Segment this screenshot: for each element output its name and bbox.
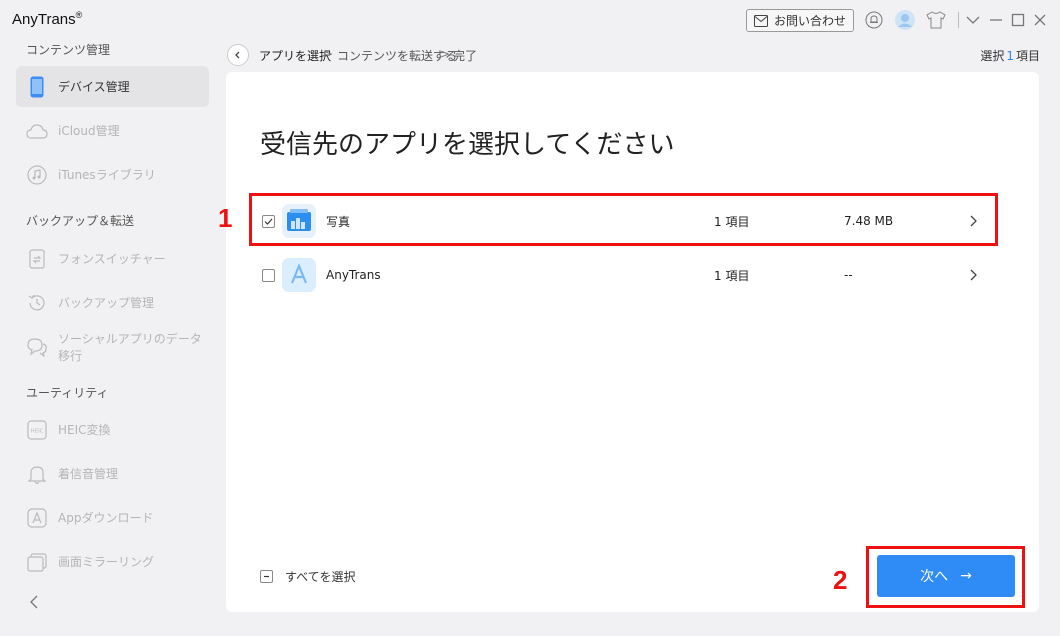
sidebar-item-label: iTunesライブラリ — [58, 168, 156, 182]
anytrans-app-icon — [282, 258, 316, 292]
app-size: -- — [844, 268, 853, 282]
title-bar: AnyTrans® お問い合わせ — [0, 0, 1060, 40]
sidebar-item-label: フォンスイッチャー — [58, 252, 166, 266]
select-all-label: すべてを選択 — [285, 570, 356, 584]
sidebar-item-ringtone[interactable]: 着信音管理 — [16, 453, 209, 494]
history-icon — [26, 292, 48, 314]
section-title-utility: ユーティリティ — [26, 386, 109, 400]
contact-label: お問い合わせ — [773, 14, 846, 28]
sidebar-item-label: Appダウンロード — [58, 511, 154, 525]
breadcrumb-separator: > — [323, 47, 334, 61]
phone-icon — [26, 76, 48, 98]
sidebar-item-screen-mirroring[interactable]: 画面ミラーリング — [16, 541, 209, 582]
main-panel: 受信先のアプリを選択してください 写真 1 項目 7.48 MB AnyTran… — [226, 72, 1039, 612]
chevron-left-icon — [235, 51, 240, 59]
sidebar-item-label: デバイス管理 — [58, 80, 130, 94]
page-title: 受信先のアプリを選択してください — [260, 130, 675, 160]
close-icon[interactable] — [1029, 9, 1051, 31]
section-title-backup: バックアップ＆転送 — [26, 214, 135, 228]
svg-text:HEIC: HEIC — [30, 428, 43, 434]
sidebar-item-label: HEIC変換 — [58, 423, 111, 437]
chat-icon — [26, 336, 48, 358]
skin-shirt-icon[interactable] — [925, 9, 947, 31]
minimize-icon[interactable] — [985, 9, 1007, 31]
app-title: AnyTrans® — [12, 10, 83, 28]
app-name: AnyTrans — [326, 268, 381, 282]
sidebar-item-backup-management[interactable]: バックアップ管理 — [16, 282, 209, 323]
next-button-label: 次へ — [920, 569, 949, 585]
user-avatar-icon[interactable] — [894, 9, 916, 31]
heic-icon: HEIC — [26, 419, 48, 441]
annotation-number-1: 1 — [218, 203, 233, 233]
cloud-icon — [26, 120, 48, 142]
breadcrumb-step-complete: 完了 — [453, 49, 478, 63]
minus-icon — [264, 575, 269, 578]
app-item-count: 1 項目 — [714, 268, 750, 283]
mail-icon — [753, 14, 768, 27]
sidebar-item-app-download[interactable]: Appダウンロード — [16, 497, 209, 538]
anytrans-checkbox[interactable] — [262, 268, 275, 282]
breadcrumb-step-transfer: コンテンツを転送する — [337, 49, 458, 63]
select-all[interactable]: すべてを選択 — [260, 568, 355, 585]
app-row-anytrans[interactable]: AnyTrans 1 項目 -- — [250, 250, 990, 300]
arrow-right-icon: → — [960, 568, 972, 584]
chevron-down-icon[interactable] — [962, 9, 984, 31]
sidebar-item-phone-switcher[interactable]: フォンスイッチャー — [16, 238, 209, 279]
phone-switch-icon — [26, 248, 48, 270]
sidebar-item-label: ソーシャルアプリのデータ移行 — [58, 331, 202, 363]
bell-icon — [26, 463, 48, 485]
collapse-sidebar-icon[interactable] — [28, 594, 42, 610]
sidebar-item-itunes[interactable]: iTunesライブラリ — [16, 154, 209, 195]
breadcrumb-separator: > — [440, 47, 451, 61]
app-store-icon — [26, 507, 48, 529]
section-title-content: コンテンツ管理 — [26, 43, 111, 57]
chevron-right-icon[interactable] — [968, 268, 978, 282]
sidebar: コンテンツ管理 デバイス管理 iCloud管理 iTunesライブラリ バックア… — [0, 40, 220, 636]
select-all-checkbox[interactable] — [260, 570, 273, 583]
sidebar-item-social-app[interactable]: ソーシャルアプリのデータ移行 — [16, 326, 209, 367]
titlebar-divider — [958, 12, 959, 28]
annotation-number-2: 2 — [833, 565, 848, 595]
breadcrumb-step-select-app: アプリを選択 — [259, 49, 332, 63]
annotation-highlight-box-1 — [249, 193, 998, 246]
sidebar-item-icloud[interactable]: iCloud管理 — [16, 110, 209, 151]
sidebar-item-label: 画面ミラーリング — [58, 555, 155, 569]
mirror-icon — [26, 551, 48, 573]
sidebar-item-device-management[interactable]: デバイス管理 — [16, 66, 209, 107]
sidebar-item-label: バックアップ管理 — [58, 296, 155, 310]
contact-button[interactable]: お問い合わせ — [746, 9, 854, 32]
sidebar-item-heic[interactable]: HEIC HEIC変換 — [16, 409, 209, 450]
music-icon — [26, 164, 48, 186]
selection-count: 選択 1 項目 — [980, 49, 1040, 63]
back-button[interactable] — [227, 44, 249, 66]
bell-icon[interactable] — [863, 9, 885, 31]
sidebar-item-label: 着信音管理 — [58, 467, 119, 481]
maximize-icon[interactable] — [1007, 9, 1029, 31]
next-button[interactable]: 次へ → — [877, 555, 1015, 597]
sidebar-item-label: iCloud管理 — [58, 124, 120, 138]
